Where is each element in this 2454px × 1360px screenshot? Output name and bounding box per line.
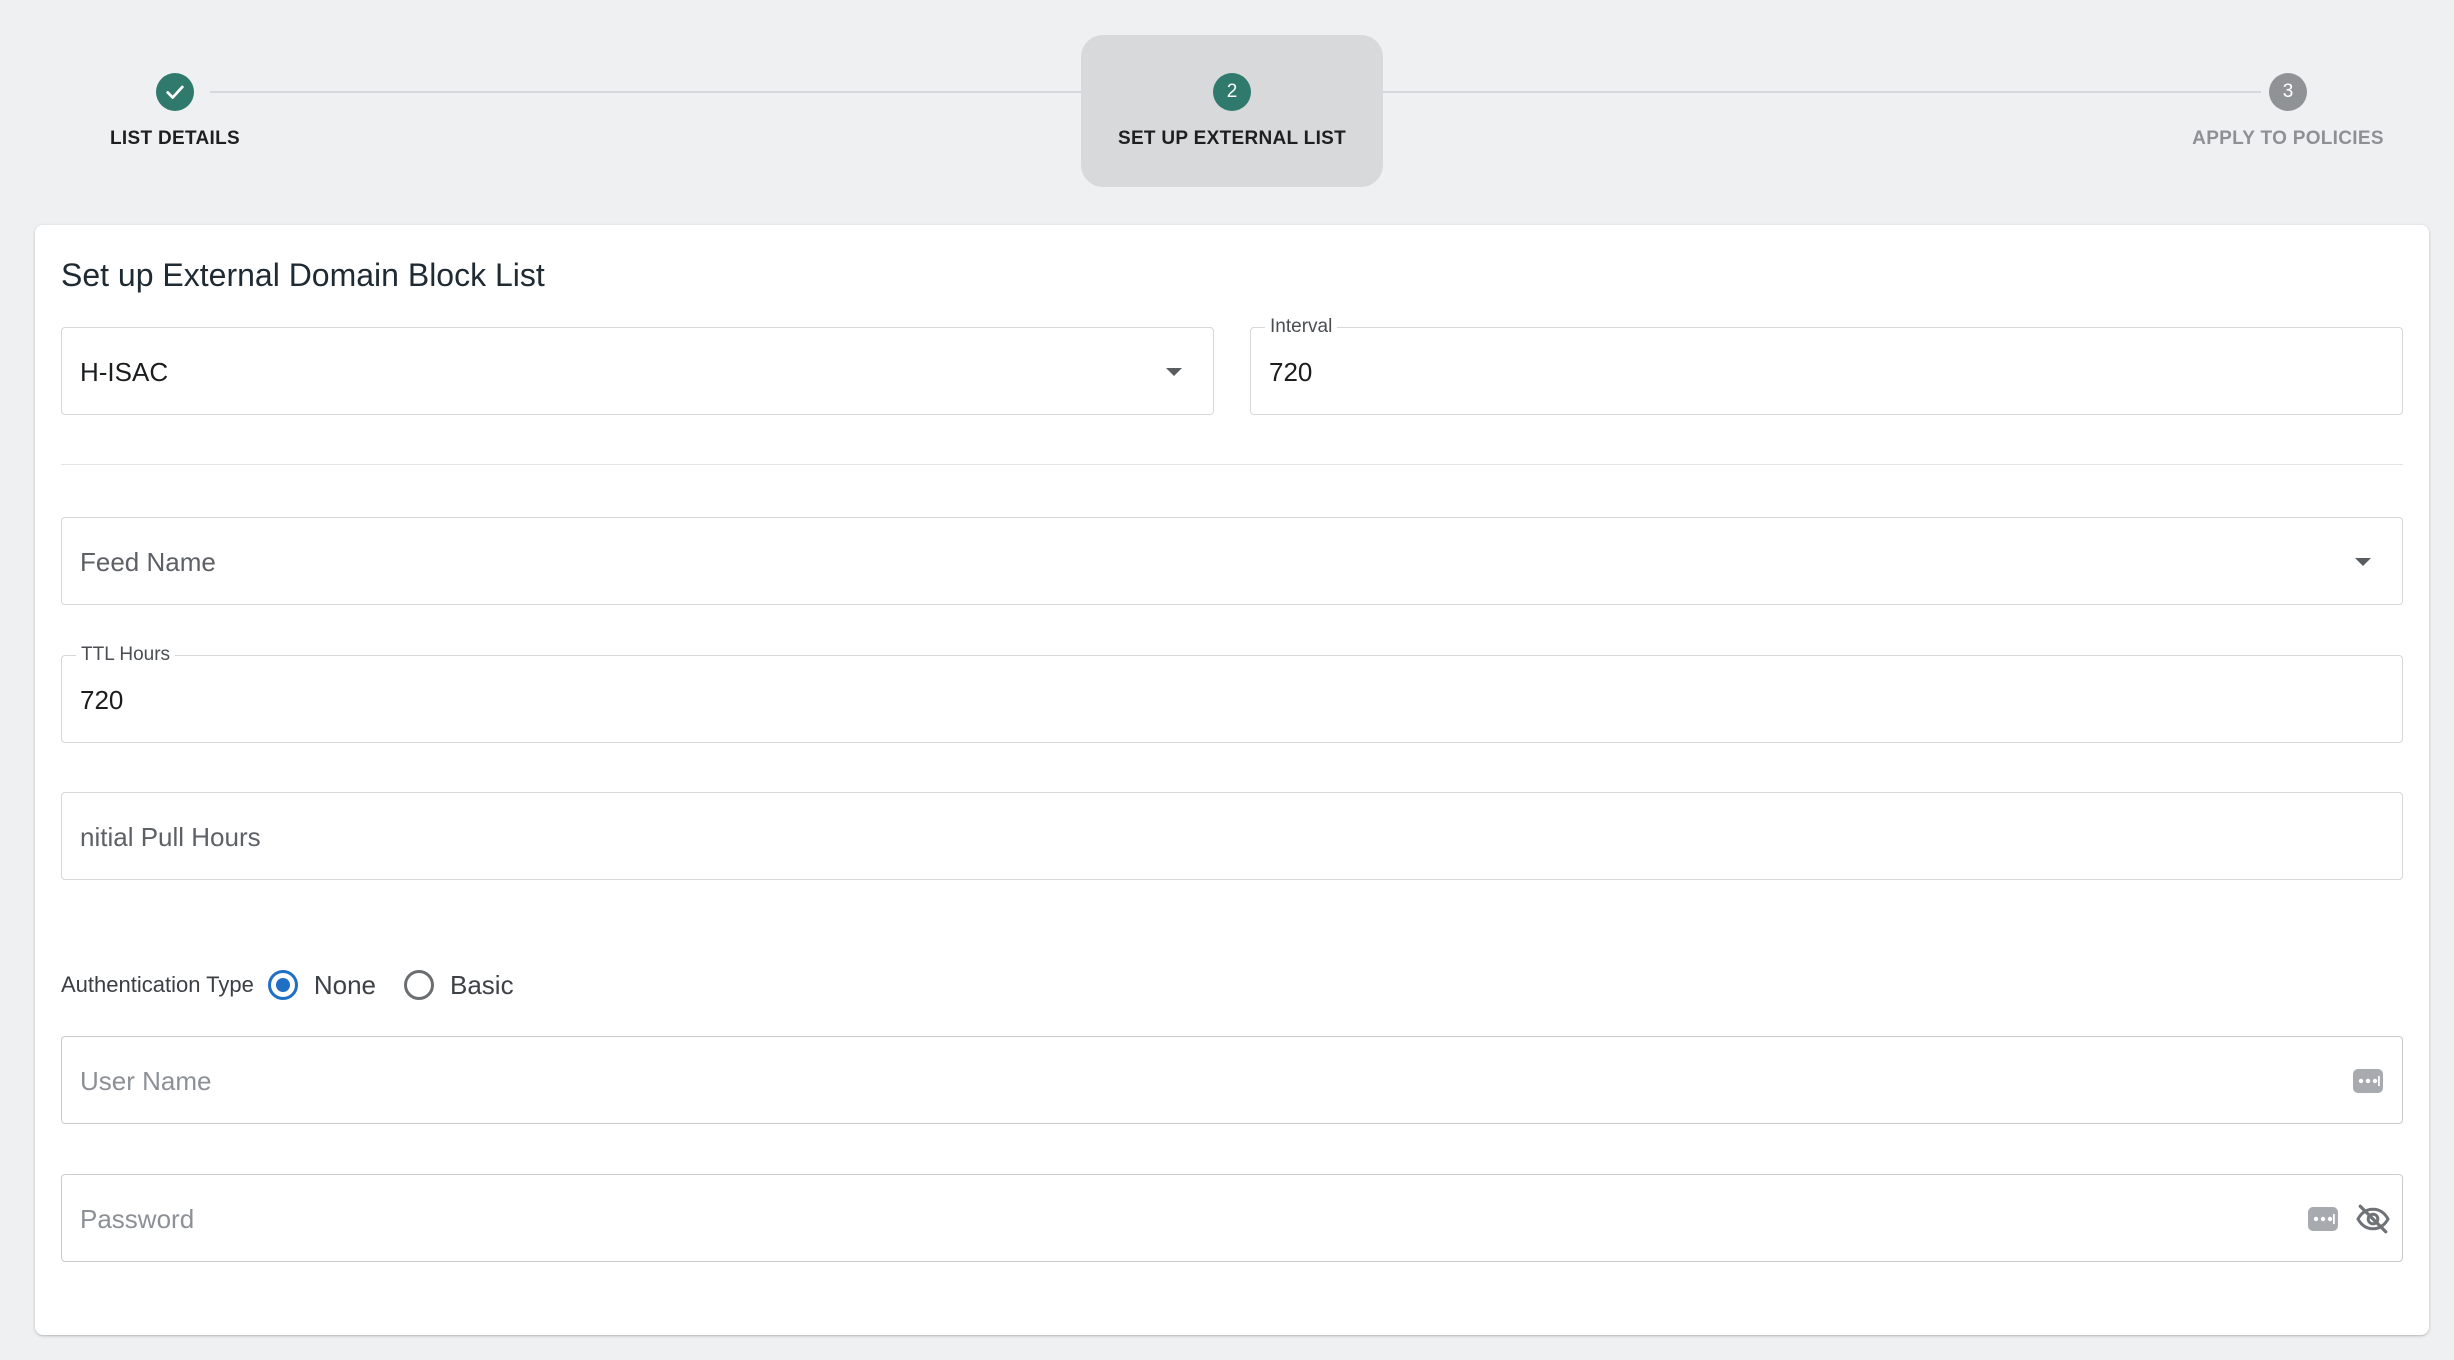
stepper: LIST DETAILS 2 SET UP EXTERNAL LIST 3 AP… xyxy=(0,0,2454,200)
auth-option-label: None xyxy=(313,969,376,1000)
chevron-down-icon xyxy=(1166,368,1182,376)
feed-name-placeholder: Feed Name xyxy=(80,547,216,577)
password-manager-icon[interactable] xyxy=(2307,1203,2339,1235)
authentication-type-group: Authentication Type None Basic xyxy=(61,965,542,1005)
user-name-placeholder: User Name xyxy=(80,1066,212,1096)
step-label: APPLY TO POLICIES xyxy=(2192,128,2384,149)
section-divider xyxy=(61,464,2403,465)
radio-button-unchecked[interactable] xyxy=(404,970,434,1000)
source-select-value: H-ISAC xyxy=(80,357,169,387)
source-select[interactable]: H-ISAC xyxy=(61,327,1214,415)
active-step-highlight xyxy=(1081,35,1383,187)
auth-option-label: Basic xyxy=(450,969,514,1000)
password-manager-icon[interactable] xyxy=(2352,1065,2384,1097)
step-connector xyxy=(210,91,1081,93)
step-number-badge: 2 xyxy=(1213,73,1251,111)
eye-off-icon[interactable] xyxy=(2355,1201,2391,1237)
step-label: SET UP EXTERNAL LIST xyxy=(1117,128,1347,149)
check-icon xyxy=(166,85,184,99)
page-title: Set up External Domain Block List xyxy=(61,257,545,293)
ttl-hours-value: 720 xyxy=(80,685,124,715)
ttl-hours-input[interactable]: TTL Hours 720 xyxy=(61,644,2403,743)
chevron-down-icon xyxy=(2355,558,2371,566)
auth-option-none[interactable]: None xyxy=(267,969,376,1001)
authentication-type-label: Authentication Type xyxy=(61,972,254,997)
password-placeholder: Password xyxy=(80,1204,195,1234)
auth-option-basic[interactable]: Basic xyxy=(404,970,514,1001)
initial-pull-hours-placeholder: nitial Pull Hours xyxy=(80,822,261,852)
form-card: Set up External Domain Block List H-ISAC… xyxy=(35,225,2429,1335)
step-number-badge: 3 xyxy=(2269,73,2307,111)
interval-value: 720 xyxy=(1269,357,1313,387)
interval-input[interactable]: Interval 720 xyxy=(1250,316,2403,415)
initial-pull-hours-input[interactable]: nitial Pull Hours xyxy=(61,792,2403,880)
step-connector xyxy=(1383,91,2261,93)
user-name-input[interactable]: User Name xyxy=(61,1036,2403,1124)
password-input[interactable]: Password xyxy=(61,1174,2403,1262)
step-complete-badge xyxy=(156,73,194,111)
radio-button-checked[interactable] xyxy=(267,970,298,1000)
step-label: LIST DETAILS xyxy=(110,128,240,149)
feed-name-select[interactable]: Feed Name xyxy=(61,517,2403,605)
